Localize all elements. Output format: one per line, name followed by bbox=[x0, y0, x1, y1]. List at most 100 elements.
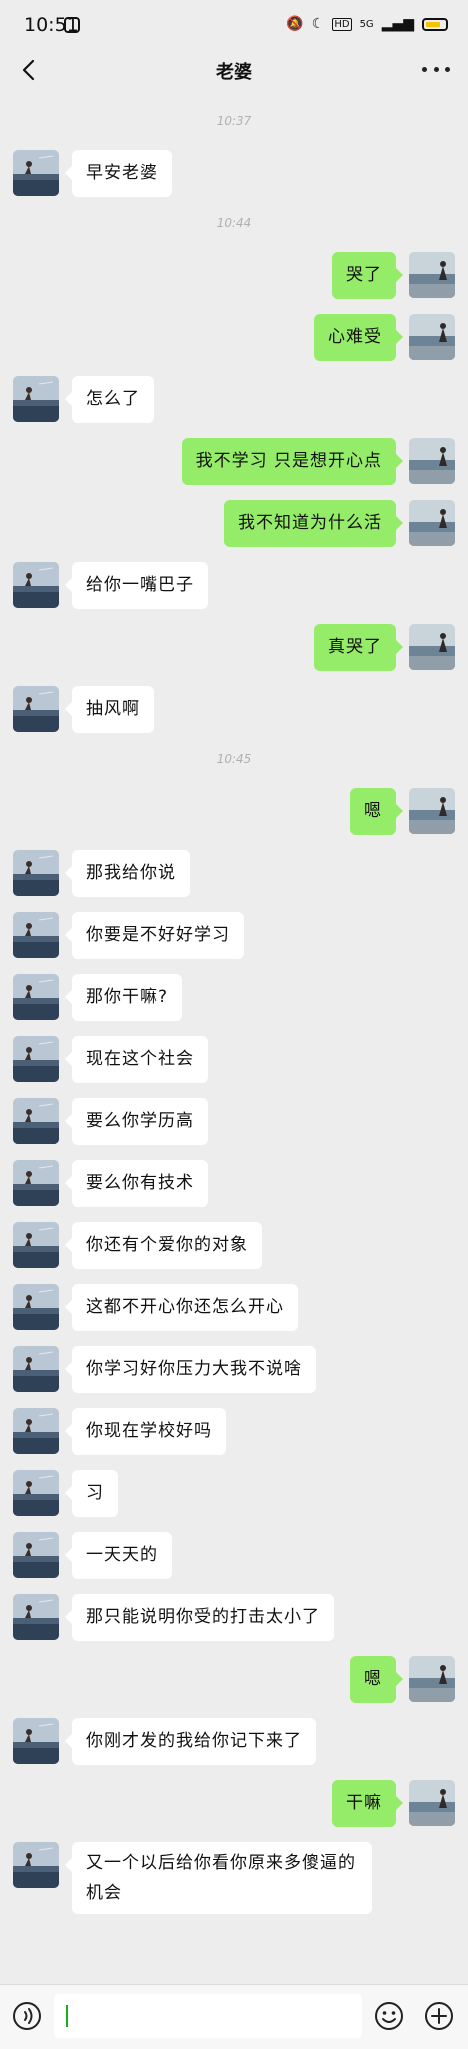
contact-avatar[interactable] bbox=[13, 1594, 59, 1640]
message-row: 要么你有技术 bbox=[0, 1160, 468, 1222]
received-message-bubble[interactable]: 现在这个社会 bbox=[65, 1036, 208, 1083]
my-avatar[interactable] bbox=[409, 1656, 455, 1702]
message-row: 早安老婆 bbox=[0, 150, 468, 212]
message-row: 心难受 bbox=[0, 314, 468, 376]
received-message-bubble[interactable]: 抽风啊 bbox=[65, 686, 154, 733]
received-message-bubble[interactable]: 习 bbox=[65, 1470, 118, 1517]
received-message-bubble[interactable]: 又一个以后给你看你原来多傻逼的机会 bbox=[65, 1842, 372, 1914]
contact-avatar[interactable] bbox=[13, 376, 59, 422]
status-icons: 🔕 ☾ HD 5G ▂▄▆ bbox=[286, 16, 448, 32]
timestamp: 10:37 bbox=[216, 114, 252, 128]
sent-message-bubble[interactable]: 心难受 bbox=[314, 314, 403, 361]
my-avatar[interactable] bbox=[409, 1780, 455, 1826]
sent-message-bubble[interactable]: 我不学习 只是想开心点 bbox=[181, 438, 404, 485]
message-row: 又一个以后给你看你原来多傻逼的机会 bbox=[0, 1842, 468, 1920]
more-icon[interactable] bbox=[422, 64, 450, 74]
my-avatar[interactable] bbox=[409, 438, 455, 484]
message-row: 那你干嘛? bbox=[0, 974, 468, 1036]
title-bar: 老婆 bbox=[0, 52, 468, 90]
sent-message-bubble[interactable]: 我不知道为什么活 bbox=[224, 500, 403, 547]
message-row: 这都不开心你还怎么开心 bbox=[0, 1284, 468, 1346]
received-message-bubble[interactable]: 你还有个爱你的对象 bbox=[65, 1222, 262, 1269]
sent-message-bubble[interactable]: 干嘛 bbox=[332, 1780, 403, 1827]
received-message-bubble[interactable]: 要么你有技术 bbox=[65, 1160, 208, 1207]
contact-avatar[interactable] bbox=[13, 974, 59, 1020]
sent-message-bubble[interactable]: 真哭了 bbox=[314, 624, 403, 671]
contact-avatar[interactable] bbox=[13, 912, 59, 958]
message-row: 一天天的 bbox=[0, 1532, 468, 1594]
received-message-bubble[interactable]: 你现在学校好吗 bbox=[65, 1408, 226, 1455]
status-bar: 10:51 🔕 ☾ HD 5G ▂▄▆ bbox=[0, 0, 468, 52]
input-bar bbox=[0, 1984, 468, 2049]
my-avatar[interactable] bbox=[409, 788, 455, 834]
mute-icon: 🔕 bbox=[286, 16, 304, 32]
received-message-bubble[interactable]: 那你干嘛? bbox=[64, 974, 183, 1021]
message-row: 习 bbox=[0, 1470, 468, 1532]
message-row: 怎么了 bbox=[0, 376, 468, 438]
voice-icon[interactable] bbox=[12, 2001, 42, 2031]
received-message-bubble[interactable]: 给你一嘴巴子 bbox=[65, 562, 208, 609]
sent-message-bubble[interactable]: 嗯 bbox=[350, 1656, 403, 1703]
message-row: 嗯 bbox=[0, 1656, 468, 1718]
received-message-bubble[interactable]: 早安老婆 bbox=[65, 150, 172, 197]
contact-avatar[interactable] bbox=[13, 1408, 59, 1454]
received-message-bubble[interactable]: 你要是不好好学习 bbox=[65, 912, 244, 959]
my-avatar[interactable] bbox=[409, 252, 455, 298]
contact-avatar[interactable] bbox=[13, 1222, 59, 1268]
message-row: 那我给你说 bbox=[0, 850, 468, 912]
message-row: 你学习好你压力大我不说啥 bbox=[0, 1346, 468, 1408]
message-row: 干嘛 bbox=[0, 1780, 468, 1842]
sent-message-bubble[interactable]: 嗯 bbox=[350, 788, 403, 835]
my-avatar[interactable] bbox=[409, 624, 455, 670]
message-row: 我不学习 只是想开心点 bbox=[0, 438, 468, 500]
message-row: 现在这个社会 bbox=[0, 1036, 468, 1098]
contact-avatar[interactable] bbox=[13, 1718, 59, 1764]
message-row: 给你一嘴巴子 bbox=[0, 562, 468, 624]
contact-avatar[interactable] bbox=[13, 1842, 59, 1888]
contact-avatar[interactable] bbox=[13, 562, 59, 608]
message-row: 你刚才发的我给你记下来了 bbox=[0, 1718, 468, 1780]
contact-avatar[interactable] bbox=[13, 1470, 59, 1516]
contact-avatar[interactable] bbox=[13, 850, 59, 896]
message-row: 你现在学校好吗 bbox=[0, 1408, 468, 1470]
contact-avatar[interactable] bbox=[13, 150, 59, 196]
emoji-icon[interactable] bbox=[374, 2001, 404, 2031]
contact-avatar[interactable] bbox=[13, 1532, 59, 1578]
message-input[interactable] bbox=[54, 1994, 362, 2038]
contact-avatar[interactable] bbox=[13, 1284, 59, 1330]
hd-badge: HD bbox=[332, 17, 352, 31]
plus-icon[interactable] bbox=[424, 2001, 454, 2031]
message-row: 你还有个爱你的对象 bbox=[0, 1222, 468, 1284]
message-row: 我不知道为什么活 bbox=[0, 500, 468, 562]
message-row: 真哭了 bbox=[0, 624, 468, 686]
text-caret bbox=[66, 2005, 68, 2027]
contact-avatar[interactable] bbox=[13, 686, 59, 732]
message-row: 哭了 bbox=[0, 252, 468, 314]
my-avatar[interactable] bbox=[409, 500, 455, 546]
message-row: 要么你学历高 bbox=[0, 1098, 468, 1160]
received-message-bubble[interactable]: 要么你学历高 bbox=[65, 1098, 208, 1145]
chat-title: 老婆 bbox=[216, 62, 252, 83]
received-message-bubble[interactable]: 你学习好你压力大我不说啥 bbox=[65, 1346, 316, 1393]
received-message-bubble[interactable]: 那只能说明你受的打击太小了 bbox=[65, 1594, 334, 1641]
app-notification-icon bbox=[64, 17, 80, 33]
contact-avatar[interactable] bbox=[13, 1036, 59, 1082]
received-message-bubble[interactable]: 一天天的 bbox=[65, 1532, 172, 1579]
timestamp: 10:45 bbox=[216, 752, 252, 766]
received-message-bubble[interactable]: 怎么了 bbox=[65, 376, 154, 423]
message-row: 抽风啊 bbox=[0, 686, 468, 748]
moon-icon: ☾ bbox=[311, 16, 325, 32]
received-message-bubble[interactable]: 这都不开心你还怎么开心 bbox=[65, 1284, 298, 1331]
signal-icon: ▂▄▆ bbox=[381, 16, 414, 32]
received-message-bubble[interactable]: 你刚才发的我给你记下来了 bbox=[65, 1718, 316, 1765]
received-message-bubble[interactable]: 那我给你说 bbox=[65, 850, 190, 897]
contact-avatar[interactable] bbox=[13, 1346, 59, 1392]
message-row: 那只能说明你受的打击太小了 bbox=[0, 1594, 468, 1656]
chat-area[interactable]: 10:37 早安老婆 10:44 哭了心难受怎么了 我不学习 只是想开心点我不知道为什么… bbox=[0, 110, 468, 1920]
contact-avatar[interactable] bbox=[13, 1160, 59, 1206]
network-label: 5G bbox=[359, 18, 374, 30]
my-avatar[interactable] bbox=[409, 314, 455, 360]
timestamp: 10:44 bbox=[216, 216, 252, 230]
sent-message-bubble[interactable]: 哭了 bbox=[332, 252, 403, 299]
contact-avatar[interactable] bbox=[13, 1098, 59, 1144]
